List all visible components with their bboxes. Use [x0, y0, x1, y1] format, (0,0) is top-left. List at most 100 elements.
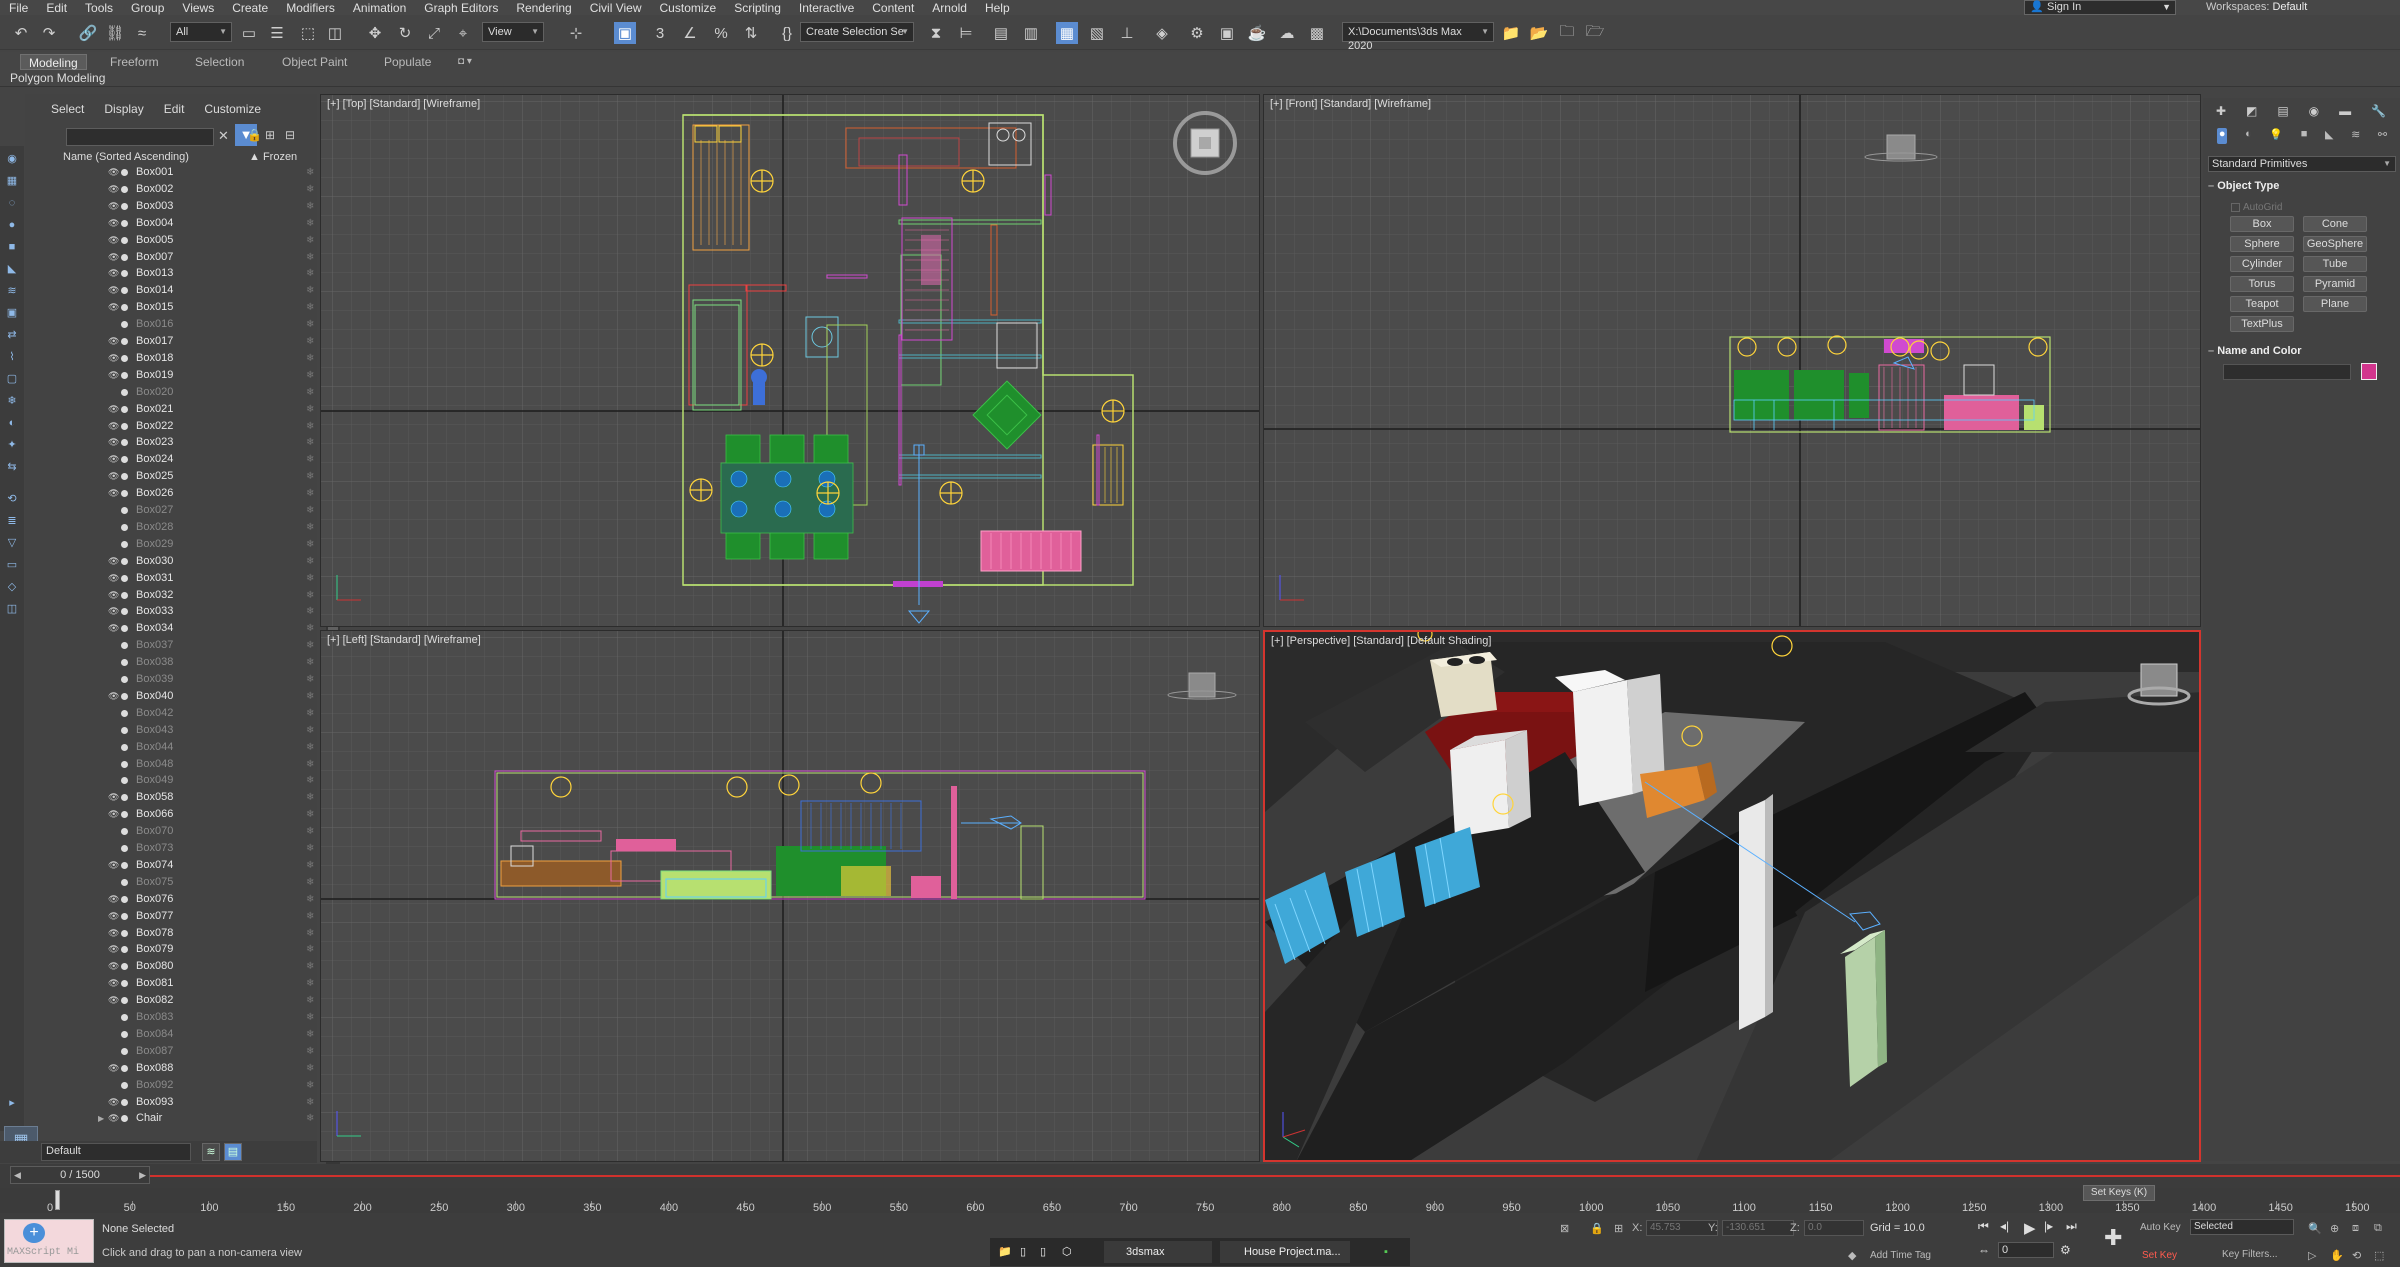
scene-object-row[interactable]: 👁 Box081 ❄ [78, 975, 326, 992]
visibility-toggle-icon[interactable]: 👁 [108, 553, 119, 570]
freeze-toggle-icon[interactable]: ❄ [306, 316, 314, 333]
render-toggle-icon[interactable] [121, 405, 128, 413]
scene-object-row[interactable]: 👁 Box058 ❄ [78, 789, 326, 806]
project-settings-icon[interactable]: 🗁 [1584, 22, 1606, 44]
scene-object-row[interactable]: 👁 Box030 ❄ [78, 553, 326, 570]
visibility-toggle-icon[interactable]: 👁 [108, 468, 119, 485]
cameras-icon[interactable]: ■ [2301, 128, 2308, 144]
sphere-button[interactable]: Sphere [2230, 236, 2294, 252]
modify-tab-icon[interactable]: ◩ [2246, 104, 2257, 120]
freeze-toggle-icon[interactable]: ❄ [306, 891, 314, 908]
object-name-input[interactable] [2223, 364, 2351, 380]
render-toggle-icon[interactable] [121, 439, 128, 447]
taskbar-3dsmax[interactable]: 3dsmax [1104, 1241, 1212, 1263]
reference-coord-dropdown[interactable]: View ▼ [482, 22, 544, 42]
render-toggle-icon[interactable] [121, 980, 128, 988]
render-toggle-icon[interactable] [121, 338, 128, 345]
display-groups-icon[interactable]: ▣ [4, 306, 20, 320]
freeze-toggle-icon[interactable]: ❄ [306, 823, 314, 840]
menu-rendering[interactable]: Rendering [507, 1, 580, 15]
render-toggle-icon[interactable] [121, 456, 128, 464]
freeze-toggle-icon[interactable]: ❄ [306, 1043, 314, 1060]
object-color-swatch[interactable] [2361, 363, 2377, 380]
time-tag-icon[interactable]: ◆ [1848, 1249, 1856, 1262]
freeze-toggle-icon[interactable]: ❄ [306, 299, 314, 316]
display-frozen-icon[interactable]: ❄ [4, 394, 20, 408]
render-toggle-icon[interactable] [121, 912, 128, 920]
scene-object-row[interactable]: 👁 Box080 ❄ [78, 958, 326, 975]
taskbar-app-icon-1[interactable]: ▯ [1020, 1241, 1026, 1263]
render-toggle-icon[interactable] [121, 540, 128, 548]
render-toggle-icon[interactable] [121, 202, 128, 210]
scene-object-row[interactable]: 👁 Box078 ❄ [78, 925, 326, 942]
field-of-view-icon[interactable]: ▷ [2308, 1249, 2316, 1262]
freeze-toggle-icon[interactable]: ❄ [306, 198, 314, 215]
freeze-toggle-icon[interactable]: ❄ [306, 654, 314, 671]
box-button[interactable]: Box [2230, 216, 2294, 232]
scene-object-row[interactable]: Box028 ❄ [78, 519, 326, 536]
scene-object-row[interactable]: Box029 ❄ [78, 536, 326, 553]
visibility-toggle-icon[interactable]: 👁 [108, 299, 119, 316]
set-key-icon[interactable]: ✚ [2104, 1225, 2122, 1251]
scene-object-row[interactable]: Box083 ❄ [78, 1009, 326, 1026]
freeze-toggle-icon[interactable]: ❄ [306, 1094, 314, 1111]
visibility-toggle-icon[interactable]: 👁 [108, 789, 119, 806]
freeze-toggle-icon[interactable]: ❄ [306, 418, 314, 435]
hierarchy-icon[interactable]: ⊞ [265, 128, 275, 142]
scene-object-row[interactable]: 👁 Box004 ❄ [78, 215, 326, 232]
render-toggle-icon[interactable] [121, 574, 128, 582]
scene-object-row[interactable]: 👁 Box079 ❄ [78, 941, 326, 958]
scene-object-row[interactable]: 👁 Box014 ❄ [78, 282, 326, 299]
filter-toggle-icon[interactable]: ▽ [4, 536, 20, 550]
display-shapes-icon[interactable]: ◌ [4, 196, 20, 210]
layer-dropdown[interactable]: Default [41, 1143, 191, 1161]
scene-object-row[interactable]: 👁 Box040 ❄ [78, 688, 326, 705]
display-tab-icon[interactable]: ▬ [2339, 104, 2351, 120]
visibility-toggle-icon[interactable]: 👁 [108, 367, 119, 384]
freeze-toggle-icon[interactable]: ❄ [306, 671, 314, 688]
scene-object-row[interactable]: Box020 ❄ [78, 384, 326, 401]
visibility-toggle-icon[interactable]: 👁 [108, 992, 119, 1009]
scene-object-row[interactable]: 👁 Box026 ❄ [78, 485, 326, 502]
object-type-rollout[interactable]: Object Type [2208, 180, 2279, 192]
render-toggle-icon[interactable] [121, 270, 128, 278]
scene-object-row[interactable]: Box042 ❄ [78, 705, 326, 722]
lights-icon[interactable]: 💡 [2269, 128, 2283, 144]
menu-animation[interactable]: Animation [344, 1, 415, 15]
y-coordinate-field[interactable]: -130.651 [1722, 1220, 1794, 1236]
explorer-menu-display[interactable]: Display [104, 102, 143, 116]
freeze-toggle-icon[interactable]: ❄ [306, 620, 314, 637]
close-icon[interactable]: ✕ [218, 128, 229, 144]
render-toggle-icon[interactable] [121, 811, 128, 819]
display-spacewarps-icon[interactable]: ≋ [4, 284, 20, 298]
scene-object-row[interactable]: 👁 Box005 ❄ [78, 232, 326, 249]
scene-object-row[interactable]: Box049 ❄ [78, 772, 326, 789]
sort-icon[interactable]: ⊟ [285, 128, 295, 142]
collapse-icon[interactable]: ▸ [4, 1096, 20, 1110]
scene-object-row[interactable]: Box092 ❄ [78, 1077, 326, 1094]
freeze-toggle-icon[interactable]: ❄ [306, 840, 314, 857]
scene-object-row[interactable]: 👁 Box003 ❄ [78, 198, 326, 215]
visibility-toggle-icon[interactable]: 👁 [108, 401, 119, 418]
create-tab-icon[interactable]: ✚ [2216, 104, 2226, 120]
taskbar-app-icon-3[interactable]: ⬡ [1062, 1241, 1072, 1263]
scene-object-row[interactable]: Box070 ❄ [78, 823, 326, 840]
freeze-toggle-icon[interactable]: ❄ [306, 1110, 314, 1127]
scene-object-row[interactable]: 👁 Box088 ❄ [78, 1060, 326, 1077]
viewport-front-label[interactable]: [+] [Front] [Standard] [Wireframe] [1270, 98, 1431, 110]
prev-key-icon[interactable]: ◂| [2000, 1219, 2009, 1233]
render-toggle-icon[interactable] [121, 861, 128, 869]
menu-tools[interactable]: Tools [76, 1, 122, 15]
freeze-toggle-icon[interactable]: ❄ [306, 350, 314, 367]
tab-freeform[interactable]: Freeform [110, 54, 159, 70]
render-toggle-icon[interactable] [121, 371, 128, 379]
render-toggle-icon[interactable] [121, 557, 128, 565]
freeze-toggle-icon[interactable]: ❄ [306, 688, 314, 705]
freeze-toggle-icon[interactable]: ❄ [306, 367, 314, 384]
explorer-menu-customize[interactable]: Customize [204, 102, 261, 116]
visibility-toggle-icon[interactable]: 👁 [108, 603, 119, 620]
unlink-icon[interactable]: ⛓ [104, 22, 126, 44]
scene-object-row[interactable]: 👁 Box018 ❄ [78, 350, 326, 367]
freeze-toggle-icon[interactable]: ❄ [306, 502, 314, 519]
link-icon[interactable]: 🔗 [77, 22, 99, 44]
